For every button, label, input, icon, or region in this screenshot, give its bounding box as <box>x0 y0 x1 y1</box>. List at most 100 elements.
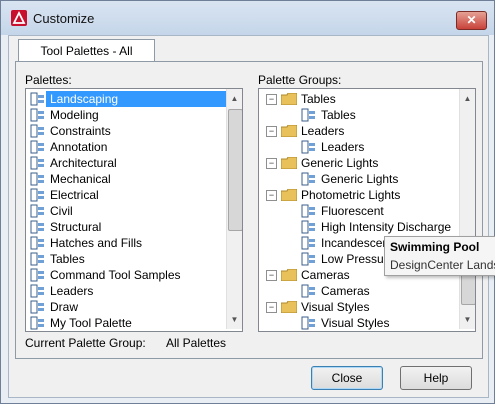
list-item[interactable]: Modeling <box>26 107 224 123</box>
palette-tooltip: Swimming Pool DesignCenter Landscaping <box>384 236 495 276</box>
tree-item[interactable]: − Visual Styles <box>259 299 457 315</box>
list-item-label: Structural <box>50 220 102 234</box>
list-item-label: Architectural <box>50 156 117 170</box>
collapse-icon[interactable]: − <box>266 302 277 313</box>
tool-palette-icon <box>30 268 44 282</box>
folder-icon <box>281 301 297 313</box>
tool-palette-icon <box>301 108 315 122</box>
tree-item[interactable]: Visual Styles <box>259 315 457 331</box>
tool-palette-icon <box>301 172 315 186</box>
tool-palette-icon <box>30 140 44 154</box>
list-item[interactable]: Constraints <box>26 123 224 139</box>
list-item[interactable]: Architectural <box>26 155 224 171</box>
autocad-logo-icon <box>11 10 27 26</box>
tree-item-label: Cameras <box>321 284 370 298</box>
collapse-icon[interactable]: − <box>266 270 277 281</box>
tool-palette-icon <box>301 284 315 298</box>
tree-item[interactable]: − Generic Lights <box>259 155 457 171</box>
palettes-label: Palettes: <box>25 73 72 87</box>
close-button[interactable]: Close <box>311 366 383 390</box>
folder-icon <box>281 157 297 169</box>
groups-scrollbar[interactable]: ▲ ▼ <box>459 89 475 329</box>
list-item-label: Annotation <box>50 140 108 154</box>
tooltip-subtitle: DesignCenter Landscaping <box>390 258 495 272</box>
list-item[interactable]: Landscaping <box>26 91 226 107</box>
window-title: Customize <box>33 11 95 26</box>
palettes-list[interactable]: Landscaping Modeling Constraints Annotation… <box>25 88 243 332</box>
tree-item[interactable]: − Photometric Lights <box>259 187 457 203</box>
list-item[interactable]: Draw <box>26 299 224 315</box>
palettes-scrollbar[interactable]: ▲ ▼ <box>226 89 242 329</box>
tool-palette-icon <box>30 92 44 106</box>
tree-item-label: Leaders <box>321 140 365 154</box>
tool-palette-icon <box>301 252 315 266</box>
tool-palette-icon <box>301 140 315 154</box>
tool-palette-icon <box>301 236 315 250</box>
scroll-up-arrow-icon[interactable]: ▲ <box>460 91 475 106</box>
tool-palette-icon <box>301 316 315 330</box>
list-item[interactable]: Electrical <box>26 187 224 203</box>
tree-item-label: Fluorescent <box>321 204 384 218</box>
folder-icon <box>281 93 297 105</box>
title-bar[interactable]: Customize ✕ <box>1 1 494 35</box>
palette-groups-tree[interactable]: − Tables Tables − Leaders Leaders − Generic Lig… <box>258 88 476 332</box>
tree-item[interactable]: − Leaders <box>259 123 457 139</box>
list-item-label: Command Tool Samples <box>50 268 181 282</box>
tree-item[interactable]: Leaders <box>259 139 457 155</box>
folder-icon <box>281 189 297 201</box>
tool-palette-icon <box>30 220 44 234</box>
tool-palette-icon <box>301 220 315 234</box>
tooltip-title: Swimming Pool <box>390 240 480 254</box>
tool-palette-icon <box>30 172 44 186</box>
list-item[interactable]: Annotation <box>26 139 224 155</box>
tree-item-label: Incandescent <box>321 236 393 250</box>
tool-palette-icon <box>30 124 44 138</box>
list-item[interactable]: Tables <box>26 251 224 267</box>
palette-groups-label: Palette Groups: <box>258 73 342 87</box>
collapse-icon[interactable]: − <box>266 94 277 105</box>
list-item[interactable]: Civil <box>26 203 224 219</box>
tree-item[interactable]: High Intensity Discharge <box>259 219 457 235</box>
tree-item-label: Cameras <box>301 268 350 282</box>
scroll-thumb[interactable] <box>228 109 242 231</box>
current-palette-group-label: Current Palette Group: <box>25 336 146 350</box>
tab-tool-palettes[interactable]: Tool Palettes - All Palettes <box>18 39 155 80</box>
tree-item[interactable]: Fluorescent <box>259 203 457 219</box>
tree-item-label: Tables <box>301 92 336 106</box>
list-item[interactable]: Command Tool Samples <box>26 267 224 283</box>
collapse-icon[interactable]: − <box>266 126 277 137</box>
list-item-label: My Tool Palette <box>50 316 132 330</box>
list-item[interactable]: Hatches and Fills <box>26 235 224 251</box>
list-item-label: Leaders <box>50 284 94 298</box>
tree-item-label: High Intensity Discharge <box>321 220 452 234</box>
list-item[interactable]: Leaders <box>26 283 224 299</box>
tree-item-label: Tables <box>321 108 356 122</box>
list-item[interactable]: Structural <box>26 219 224 235</box>
folder-icon <box>281 269 297 281</box>
list-item-label: Constraints <box>50 124 111 138</box>
tool-palette-icon <box>30 156 44 170</box>
list-item-label: Civil <box>50 204 73 218</box>
collapse-icon[interactable]: − <box>266 158 277 169</box>
collapse-icon[interactable]: − <box>266 190 277 201</box>
list-item[interactable]: My Tool Palette <box>26 315 224 331</box>
help-button[interactable]: Help <box>400 366 472 390</box>
tree-item-label: Visual Styles <box>301 300 370 314</box>
scroll-up-arrow-icon[interactable]: ▲ <box>227 91 242 106</box>
current-palette-group-value: All Palettes <box>166 336 227 350</box>
list-item-label: Mechanical <box>50 172 111 186</box>
tool-palette-icon <box>30 284 44 298</box>
list-item-label: Modeling <box>50 108 99 122</box>
tree-item[interactable]: − Tables <box>259 91 457 107</box>
scroll-down-arrow-icon[interactable]: ▼ <box>227 312 242 327</box>
tree-item[interactable]: Cameras <box>259 283 457 299</box>
window-close-button[interactable]: ✕ <box>456 11 487 30</box>
tool-palette-icon <box>30 252 44 266</box>
tool-palette-icon <box>30 204 44 218</box>
list-item[interactable]: Mechanical <box>26 171 224 187</box>
tree-item-label: Generic Lights <box>301 156 379 170</box>
tool-palette-icon <box>30 316 44 330</box>
scroll-down-arrow-icon[interactable]: ▼ <box>460 312 475 327</box>
tree-item[interactable]: Generic Lights <box>259 171 457 187</box>
tree-item[interactable]: Tables <box>259 107 457 123</box>
